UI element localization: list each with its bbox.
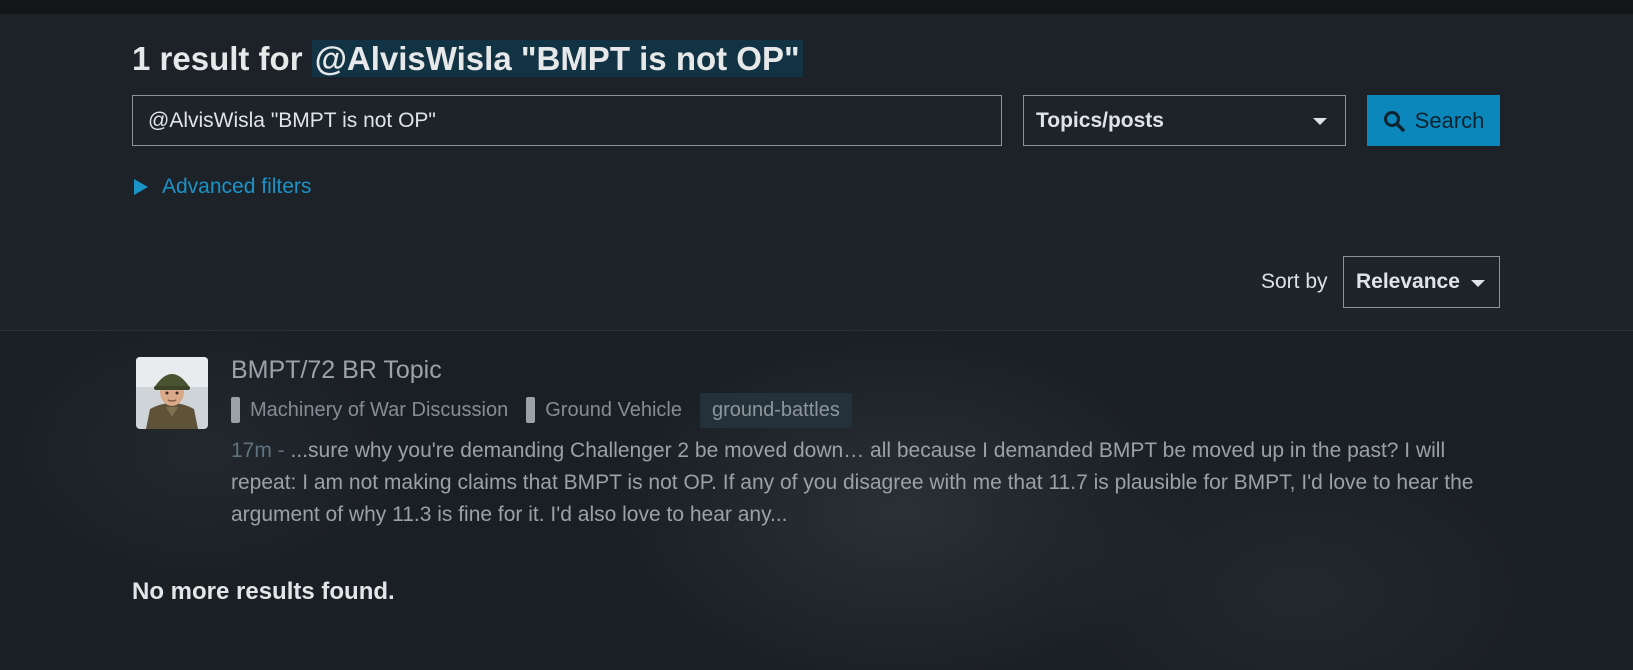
result-meta: Machinery of War Discussion Ground Vehic… — [231, 392, 852, 428]
sort-value: Relevance — [1356, 270, 1460, 293]
sort-label: Sort by — [1261, 270, 1328, 293]
page-title: 1 result for @AlvisWisla "BMPT is not OP… — [132, 40, 803, 78]
search-button-label: Search — [1414, 107, 1485, 133]
advanced-filters-label: Advanced filters — [162, 175, 312, 198]
no-more-results-text: No more results found. — [132, 578, 395, 605]
result-title-link[interactable]: BMPT/72 BR Topic — [231, 356, 442, 385]
category-link[interactable]: Machinery of War Discussion — [231, 397, 508, 423]
sort-select[interactable]: Relevance — [1343, 256, 1500, 308]
avatar-image — [136, 357, 208, 429]
category-link[interactable]: Ground Vehicle — [526, 397, 682, 423]
category-label: Machinery of War Discussion — [250, 398, 509, 421]
search-button[interactable]: Search — [1367, 95, 1500, 146]
search-input[interactable] — [132, 95, 1002, 146]
advanced-filters-toggle[interactable]: Advanced filters — [134, 175, 311, 199]
top-bar — [0, 0, 1633, 14]
chevron-down-icon — [1471, 280, 1485, 287]
avatar[interactable] — [136, 357, 208, 429]
category-badge-icon — [526, 397, 536, 423]
search-type-value: Topics/posts — [1036, 108, 1164, 132]
search-icon — [1383, 110, 1405, 132]
result-count-text: 1 result for — [132, 40, 303, 77]
triangle-right-icon — [134, 179, 148, 195]
category-badge-icon — [231, 397, 240, 423]
result-blurb: 17m - ...sure why you're demanding Chall… — [231, 435, 1501, 531]
query-highlight: @AlvisWisla "BMPT is not OP" — [311, 40, 803, 77]
tag-badge[interactable]: ground-battles — [700, 392, 852, 428]
chevron-down-icon — [1313, 118, 1327, 125]
category-label: Ground Vehicle — [545, 398, 682, 421]
search-type-select[interactable]: Topics/posts — [1023, 95, 1346, 146]
result-excerpt: ...sure why you're demanding Challenger … — [231, 439, 1474, 526]
result-date: 17m - — [231, 439, 285, 462]
